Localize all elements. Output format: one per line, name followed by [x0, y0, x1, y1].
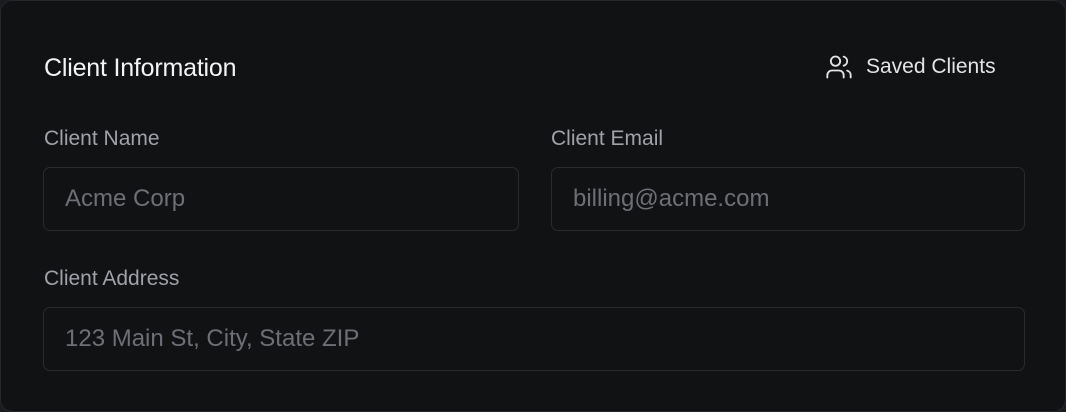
section-title: Client Information — [44, 54, 237, 82]
client-name-label: Client Name — [44, 127, 160, 150]
client-email-input[interactable] — [551, 167, 1025, 231]
client-email-label: Client Email — [551, 127, 664, 150]
client-information-card: Client Information Saved Clients Client … — [0, 0, 1066, 412]
saved-clients-button[interactable]: Saved Clients — [813, 45, 1021, 89]
client-address-label: Client Address — [44, 267, 180, 290]
users-icon — [825, 53, 853, 81]
client-name-input[interactable] — [43, 167, 519, 231]
saved-clients-label: Saved Clients — [866, 55, 996, 78]
client-address-input[interactable] — [43, 307, 1025, 371]
